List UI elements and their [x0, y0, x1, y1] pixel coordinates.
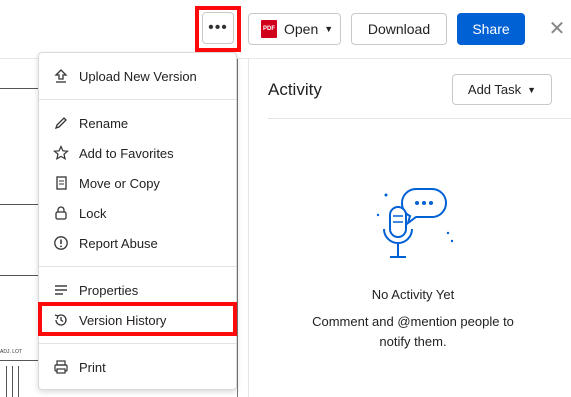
list-icon	[51, 282, 71, 298]
menu-item-label: Move or Copy	[79, 175, 160, 191]
open-button[interactable]: PDF Open ▼	[248, 13, 341, 45]
activity-title: Activity	[268, 80, 322, 99]
close-icon[interactable]: ✕	[547, 19, 567, 39]
alert-icon	[51, 235, 71, 251]
menu-item-label: Properties	[79, 282, 139, 298]
copy-icon	[51, 175, 71, 191]
activity-divider	[268, 118, 571, 119]
download-button[interactable]: Download	[351, 13, 447, 45]
empty-state-text: Comment and @mention people to notify th…	[312, 314, 514, 349]
add-task-label: Add Task	[467, 82, 522, 97]
menu-item-label: Add to Favorites	[79, 145, 174, 161]
share-label: Share	[472, 21, 510, 37]
empty-state-title: No Activity Yet	[371, 287, 455, 302]
preview-annotation: ADJ. LOT	[0, 349, 22, 355]
pencil-icon	[51, 115, 71, 131]
open-label: Open	[284, 21, 319, 37]
menu-divider	[39, 343, 236, 344]
share-button[interactable]: Share	[457, 13, 525, 45]
lock-icon	[51, 205, 71, 221]
menu-item-add-to-favorites[interactable]: Add to Favorites	[39, 138, 236, 168]
add-task-button[interactable]: Add Task ▼	[452, 74, 552, 105]
menu-item-label: Print	[79, 359, 106, 375]
menu-divider	[39, 99, 236, 100]
menu-item-report-abuse[interactable]: Report Abuse	[39, 228, 236, 258]
menu-item-label: Rename	[79, 115, 129, 131]
upload-icon	[51, 68, 71, 84]
highlight-more-options	[195, 6, 241, 52]
download-label: Download	[367, 21, 431, 37]
menu-item-label: Lock	[79, 205, 107, 221]
chevron-down-icon: ▼	[324, 24, 334, 34]
chevron-down-icon: ▼	[527, 84, 537, 95]
menu-item-move-or-copy[interactable]: Move or Copy	[39, 168, 236, 198]
pdf-icon: PDF	[261, 20, 277, 38]
highlight-version-history	[38, 302, 237, 336]
menu-item-print[interactable]: Print	[39, 352, 236, 382]
menu-item-label: Upload New Version	[79, 68, 197, 84]
menu-item-label: Report Abuse	[79, 235, 158, 251]
menu-divider	[39, 266, 236, 267]
microphone-chat-icon	[364, 181, 460, 269]
menu-item-upload-new-version[interactable]: Upload New Version	[39, 61, 236, 91]
star-icon	[51, 145, 71, 161]
more-options-menu: Upload New Version Rename Add to Favorit…	[38, 52, 237, 390]
print-icon	[51, 359, 71, 375]
menu-item-rename[interactable]: Rename	[39, 108, 236, 138]
top-toolbar: ••• PDF Open ▼ Download Share ✕	[0, 0, 571, 59]
menu-item-lock[interactable]: Lock	[39, 198, 236, 228]
menu-item-properties[interactable]: Properties	[39, 275, 236, 305]
